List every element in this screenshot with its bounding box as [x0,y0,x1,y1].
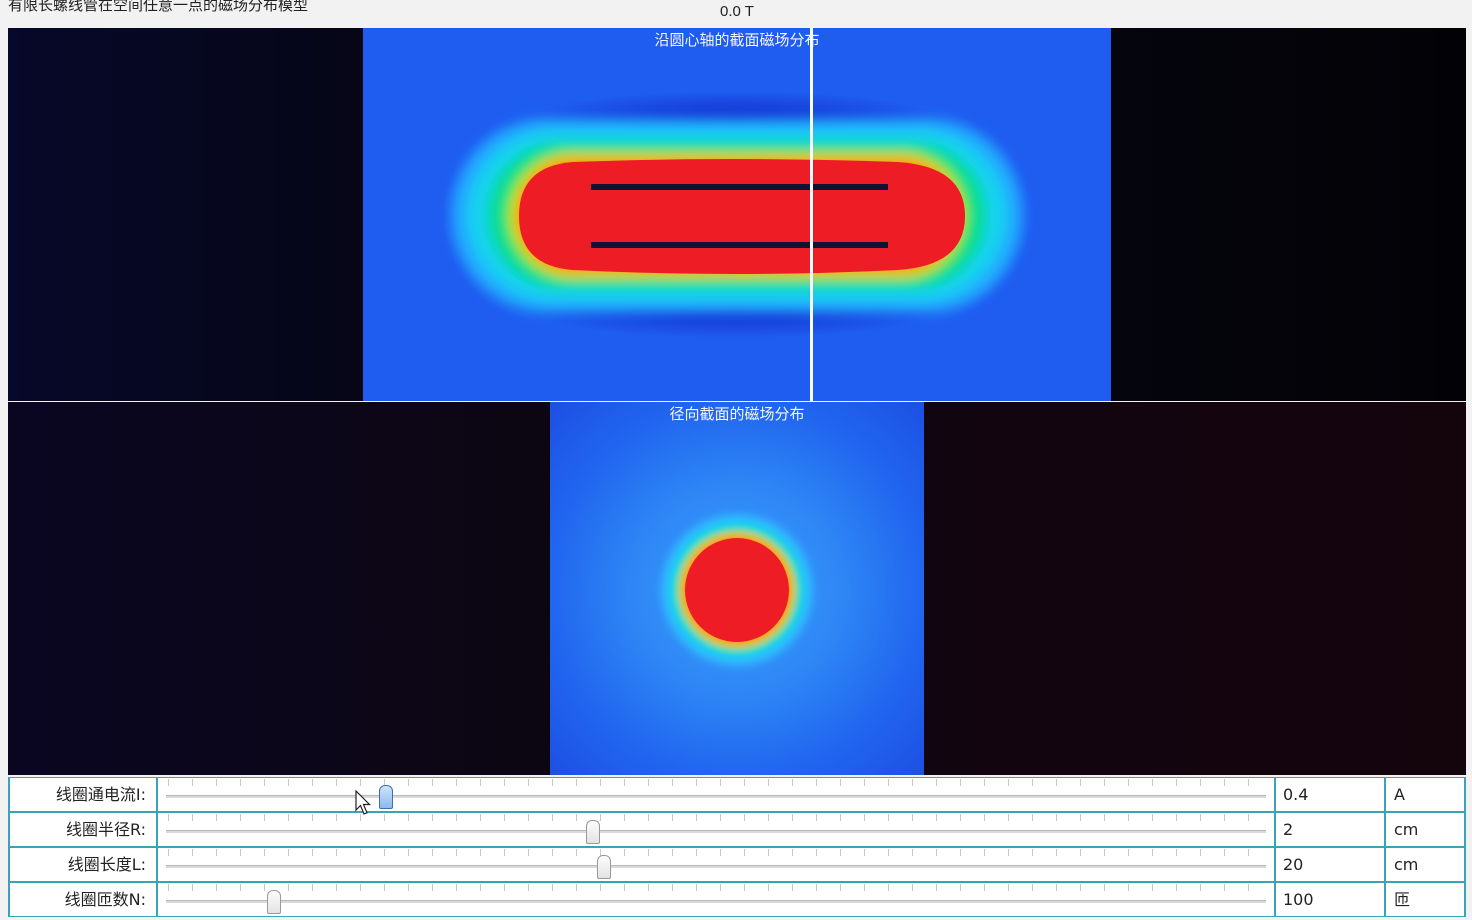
turns-control-row: 线圈匝数N: 100 匝 [8,882,1466,917]
slider-ticks [168,884,1264,891]
radius-slider[interactable] [158,813,1276,846]
slider-track[interactable] [166,795,1266,798]
current-control-row: 线圈通电流I: 0.4 A [8,777,1466,812]
axial-field-plot [451,118,1023,313]
radius-value-field[interactable]: 2 [1276,813,1386,846]
slider-ticks [168,849,1264,856]
turns-label: 线圈匝数N: [10,883,158,916]
slider-thumb[interactable] [266,890,281,914]
length-control-row: 线圈长度L: 20 cm [8,847,1466,882]
app-window: 有限长螺线管在空间任意一点的磁场分布模型 0.0 T 沿圆心轴的截面磁场分布 径… [0,0,1472,920]
slider-track[interactable] [166,900,1266,903]
axial-core-region [519,159,965,274]
turns-slider[interactable] [158,883,1276,916]
length-slider[interactable] [158,848,1276,881]
length-value-field[interactable]: 20 [1276,848,1386,881]
current-slider[interactable] [158,778,1276,811]
parameter-controls: 线圈通电流I: 0.4 A 线圈半径R: 2 cm 线圈长度L: 20 cm 线… [8,777,1466,917]
axial-field-map [363,28,1111,401]
length-label: 线圈长度L: [10,848,158,881]
current-unit: A [1394,785,1405,804]
slider-ticks [168,779,1264,786]
radius-control-row: 线圈半径R: 2 cm [8,812,1466,847]
turns-value-field[interactable]: 100 [1276,883,1386,916]
radius-unit: cm [1394,820,1419,839]
axial-section-panel[interactable]: 沿圆心轴的截面磁场分布 [8,28,1466,401]
radial-section-caption: 径向截面的磁场分布 [669,406,805,423]
axial-section-caption: 沿圆心轴的截面磁场分布 [654,32,820,49]
radial-field-map [550,402,924,775]
radial-core-region [685,538,789,642]
mouse-cursor-icon [355,790,371,815]
turns-unit: 匝 [1394,890,1411,909]
slider-thumb[interactable] [596,855,611,879]
coil-wire-bottom [591,242,888,248]
radial-section-panel[interactable]: 径向截面的磁场分布 [8,402,1466,775]
slider-track[interactable] [166,865,1266,868]
field-value-readout: 0.0 T [720,3,754,20]
slider-ticks [168,814,1264,821]
window-title: 有限长螺线管在空间任意一点的磁场分布模型 [8,0,309,14]
slider-thumb[interactable] [585,820,600,844]
probe-line[interactable] [810,28,813,401]
current-label: 线圈通电流I: [10,778,158,811]
length-unit: cm [1394,855,1419,874]
current-value-field[interactable]: 0.4 [1276,778,1386,811]
slider-track[interactable] [166,830,1266,833]
slider-thumb[interactable] [379,785,393,809]
radial-field-plot [661,514,813,666]
coil-wire-top [591,184,888,190]
radius-label: 线圈半径R: [10,813,158,846]
